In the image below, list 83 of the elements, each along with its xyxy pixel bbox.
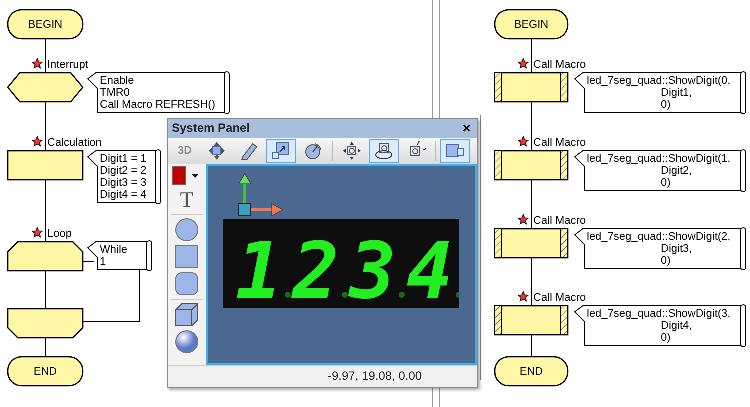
terminal-node[interactable] [7,9,84,40]
led-digit: 2 [292,227,340,308]
comment-line: Call Macro REFRESH() [100,99,216,111]
close-button[interactable]: × [460,120,473,137]
comment-line: Digit1, [661,87,692,99]
terminal-node[interactable] [494,9,569,40]
cube-tool[interactable] [175,303,199,327]
comment-line: Digit3, [661,243,692,255]
comment-line: 1 [100,256,106,268]
macro-call-node[interactable] [494,150,569,181]
node-caption: Calculation [48,137,102,149]
star-icon [32,226,44,238]
color-picker-button[interactable] [172,166,202,186]
macro-call-node[interactable] [494,72,569,103]
terminal-label: END [520,366,544,378]
view-rectangles-button[interactable] [440,139,470,163]
node-caption: Call Macro [534,59,586,71]
comment-line: led_7seg_quad::ShowDigit(3, [587,308,731,320]
led-digit: 3 [350,227,396,308]
comment-line: Digit4 = 4 [100,189,147,201]
terminal-label: BEGIN [28,19,63,31]
decimal-point-icon [285,292,291,298]
scale-squares-button[interactable] [266,139,296,163]
comment-box [87,240,152,272]
decimal-point-icon [399,292,405,298]
star-icon [518,136,530,148]
star-icon [32,136,44,148]
comment-line: Digit1 = 1 [100,153,147,165]
rounded-square-tool[interactable] [175,272,199,296]
led-digit: 1 [236,227,282,308]
interrupt-node[interactable] [7,72,84,103]
comment-line: Digit2, [661,165,692,177]
orbit-camera-icon [374,141,394,161]
node-caption: Loop [48,228,72,240]
text-tool[interactable]: T [180,189,194,211]
macro-call-node[interactable] [494,228,569,259]
comment-line: 0) [661,99,671,111]
decimal-point-icon [456,292,459,298]
decimal-point-icon [342,292,348,298]
led-digit: 4 [406,227,454,308]
panel-title: System Panel [172,120,250,137]
axis-gizmo-icon [238,173,284,216]
square-shape-tool[interactable] [175,245,199,269]
comment-line: 0) [661,255,671,267]
star-icon [32,58,44,70]
pencil-icon [239,141,259,161]
rotate-sphere-icon [303,141,323,161]
comment-line: led_7seg_quad::ShowDigit(0, [587,75,731,87]
terminal-node[interactable] [7,356,84,387]
circle-shape-tool[interactable] [175,218,199,242]
comment-line: led_7seg_quad::ShowDigit(2, [587,231,731,243]
comment-line: 0) [661,332,671,344]
comment-line: 0) [661,177,671,189]
scale-squares-icon [271,141,291,161]
macro-call-node[interactable] [494,305,569,336]
comment-line: led_7seg_quad::ShowDigit(1, [587,153,731,165]
comment-line: Enable [100,75,134,87]
sphere-tool[interactable] [175,330,199,354]
move-arrows-icon [207,141,227,161]
pan-arrows-icon [342,141,362,161]
loop-start-node[interactable] [7,241,84,272]
terminal-node[interactable] [494,356,569,387]
loop-end-node[interactable] [7,308,84,339]
node-caption: Call Macro [534,137,586,149]
loop-connector-line [82,270,140,322]
terminal-label: END [34,366,58,378]
comment-line: Digit3 = 3 [100,177,147,189]
comment-line: Digit2 = 2 [100,165,147,177]
calculation-node[interactable] [7,150,84,181]
terminal-label: BEGIN [514,19,549,31]
star-icon [518,290,530,302]
coordinates-readout: -9.97, 19.08, 0.00 [328,369,422,383]
star-icon [518,214,530,226]
caret-icon [192,174,199,178]
node-caption: Call Macro [534,215,586,227]
comment-line: TMR0 [100,87,130,99]
node-caption: Interrupt [48,59,88,71]
node-caption: Call Macro [534,292,586,304]
comment-line: While [100,244,128,256]
3d-viewport[interactable]: 1 234 [206,164,477,365]
comment-line: Digit4, [661,320,692,332]
star-icon [518,58,530,70]
orbit-camera-button[interactable] [369,139,399,163]
